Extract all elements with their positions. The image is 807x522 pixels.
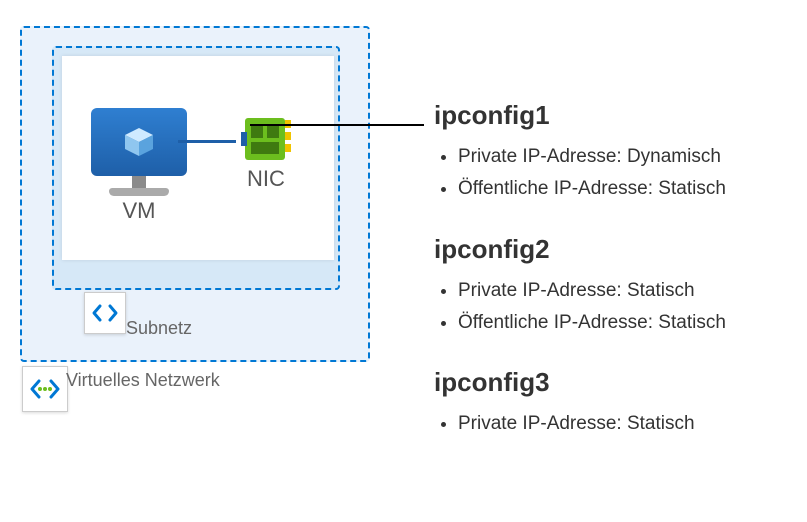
ipconfig-block: ipconfig2 Private IP-Adresse: Statisch Ö…: [434, 234, 794, 340]
vnet-icon: [22, 366, 68, 412]
ipconfig-items: Private IP-Adresse: Dynamisch Öffentlich…: [434, 141, 794, 206]
ipconfig-list: ipconfig1 Private IP-Adresse: Dynamisch …: [434, 100, 794, 468]
nic-label: NIC: [226, 166, 306, 192]
cube-icon: [123, 126, 155, 158]
subnet-icon: [84, 292, 126, 334]
ipconfig-item: Private IP-Adresse: Dynamisch: [458, 141, 794, 173]
vm-label: VM: [84, 198, 194, 224]
resource-panel: VM NIC: [62, 56, 334, 260]
vm-group: VM: [84, 108, 194, 224]
ipconfig-items: Private IP-Adresse: Statisch: [434, 408, 794, 440]
ipconfig-title: ipconfig3: [434, 367, 794, 398]
ipconfig-item: Öffentliche IP-Adresse: Statisch: [458, 307, 794, 339]
ipconfig-item: Private IP-Adresse: Statisch: [458, 408, 794, 440]
ipconfig-item: Öffentliche IP-Adresse: Statisch: [458, 173, 794, 205]
nic-icon: [241, 114, 291, 164]
ipconfig-title: ipconfig1: [434, 100, 794, 131]
ipconfig-block: ipconfig1 Private IP-Adresse: Dynamisch …: [434, 100, 794, 206]
vnet-label: Virtuelles Netzwerk: [66, 370, 220, 391]
ipconfig-item: Private IP-Adresse: Statisch: [458, 275, 794, 307]
vm-base: [109, 188, 169, 196]
subnet-box: VM NIC: [52, 46, 340, 290]
ipconfig-block: ipconfig3 Private IP-Adresse: Statisch: [434, 367, 794, 440]
ipconfig-items: Private IP-Adresse: Statisch Öffentliche…: [434, 275, 794, 340]
vm-icon: [91, 108, 187, 176]
nic-callout-line: [250, 124, 424, 126]
ipconfig-title: ipconfig2: [434, 234, 794, 265]
virtual-network-box: VM NIC: [20, 26, 370, 362]
subnet-label: Subnetz: [126, 318, 192, 339]
